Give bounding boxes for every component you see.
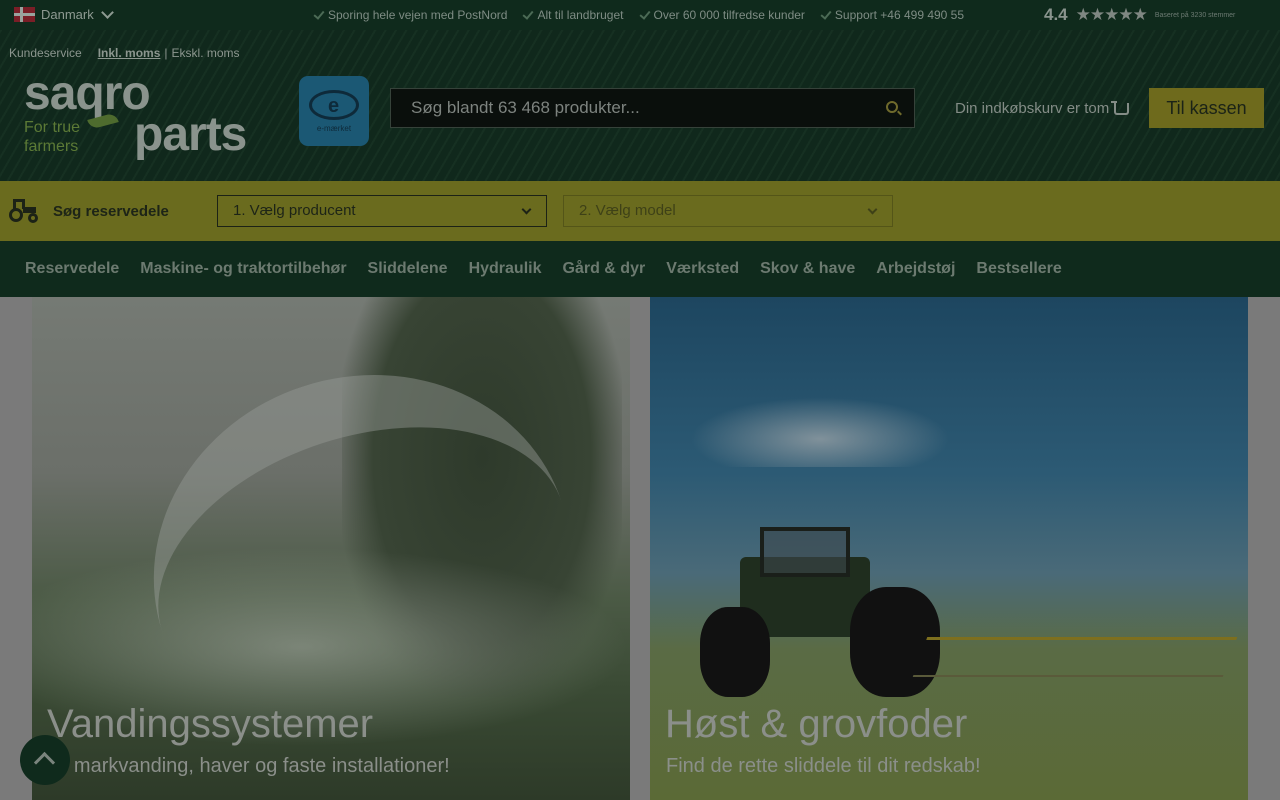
cart-status: Din indkøbskurv er tom [955, 100, 1110, 117]
chevron-down-icon [100, 6, 114, 19]
cart-icon [1111, 100, 1130, 115]
check-icon [820, 7, 832, 20]
logo-text-bottom: parts [134, 108, 247, 161]
cloud-image [690, 397, 950, 467]
site-header: Kundeservice Inkl. moms | Ekskl. moms sa… [0, 30, 1280, 181]
card-subtitle: Til markvanding, haver og faste installa… [48, 755, 450, 777]
nav-item-gard-dyr[interactable]: Gård & dyr [563, 260, 646, 278]
category-card-harvest[interactable]: Høst & grovfoder Find de rette sliddele … [650, 297, 1248, 800]
usp-list: Sporing hele vejen med PostNord Alt til … [313, 7, 964, 22]
checkout-button[interactable]: Til kassen [1149, 88, 1264, 128]
nav-item-reservedele[interactable]: Reservedele [25, 260, 119, 278]
check-icon [638, 7, 651, 20]
search-icon[interactable] [886, 101, 898, 113]
card-title: Vandingssystemer [47, 702, 374, 746]
header-links: Kundeservice Inkl. moms | Ekskl. moms [9, 46, 240, 60]
nav-item-vaerksted[interactable]: Værksted [666, 260, 739, 278]
e-maerket-badge[interactable]: e e-mærket [299, 76, 369, 146]
nav-item-maskine-traktortilbehor[interactable]: Maskine- og traktortilbehør [140, 260, 346, 278]
mini-cart[interactable]: Din indkøbskurv er tom [955, 100, 1130, 117]
star-rating-icon: ★★★★★ [1075, 5, 1148, 24]
chevron-down-icon [867, 204, 878, 215]
category-card-irrigation[interactable]: Vandingssystemer Til markvanding, haver … [32, 297, 630, 800]
usp-item: Over 60 000 tilfredse kunder [638, 7, 805, 22]
top-bar: Danmark Sporing hele vejen med PostNord … [0, 0, 1280, 30]
model-select[interactable]: 2. Vælg model [563, 195, 893, 227]
denmark-flag-icon [14, 7, 35, 22]
usp-item: Sporing hele vejen med PostNord [313, 7, 507, 22]
check-icon [313, 7, 325, 20]
excl-vat-toggle[interactable]: Ekskl. moms [172, 46, 240, 60]
main-nav: Reservedele Maskine- og traktortilbehør … [0, 241, 1280, 297]
logo-text-top: saqro [24, 67, 151, 120]
chevron-down-icon [521, 204, 532, 215]
back-to-top-button[interactable] [20, 735, 70, 785]
country-selector[interactable]: Danmark [14, 6, 114, 22]
emark-label: e-mærket [316, 124, 352, 133]
tractor-image [700, 527, 950, 697]
manufacturer-select[interactable]: 1. Vælg producent [217, 195, 547, 227]
country-label: Danmark [41, 7, 94, 22]
search-bar [390, 88, 915, 128]
logo-tagline: For true farmers [24, 119, 81, 155]
usp-item[interactable]: Support +46 499 490 55 [820, 7, 964, 22]
trust-rating[interactable]: 4.4 ★★★★★ Baseret på 3230 stemmer [1044, 5, 1235, 25]
eye-icon: e [309, 90, 359, 120]
vat-separator: | [164, 46, 168, 60]
nav-item-arbejdstoj[interactable]: Arbejdstøj [876, 260, 955, 278]
nav-item-skov-have[interactable]: Skov & have [760, 260, 855, 278]
nav-item-sliddelene[interactable]: Sliddelene [368, 260, 448, 278]
parts-finder: Søg reservedele 1. Vælg producent 2. Væl… [0, 181, 1280, 241]
usp-item: Alt til landbruget [522, 7, 624, 22]
tractor-icon [9, 199, 39, 225]
check-icon [522, 7, 534, 20]
parts-finder-label: Søg reservedele [53, 203, 169, 220]
search-input[interactable] [391, 89, 871, 127]
rating-score: 4.4 [1044, 5, 1068, 24]
nav-item-hydraulik[interactable]: Hydraulik [469, 260, 542, 278]
rating-note: Baseret på 3230 stemmer [1154, 11, 1236, 19]
card-title: Høst & grovfoder [665, 702, 968, 746]
rake-image [912, 637, 1238, 677]
card-subtitle: Find de rette sliddele til dit redskab! [666, 755, 981, 777]
customer-service-link[interactable]: Kundeservice [9, 46, 82, 60]
incl-vat-toggle[interactable]: Inkl. moms [98, 46, 161, 60]
nav-item-bestsellere[interactable]: Bestsellere [976, 260, 1061, 278]
site-logo[interactable]: saqro parts For true farmers [24, 67, 264, 164]
